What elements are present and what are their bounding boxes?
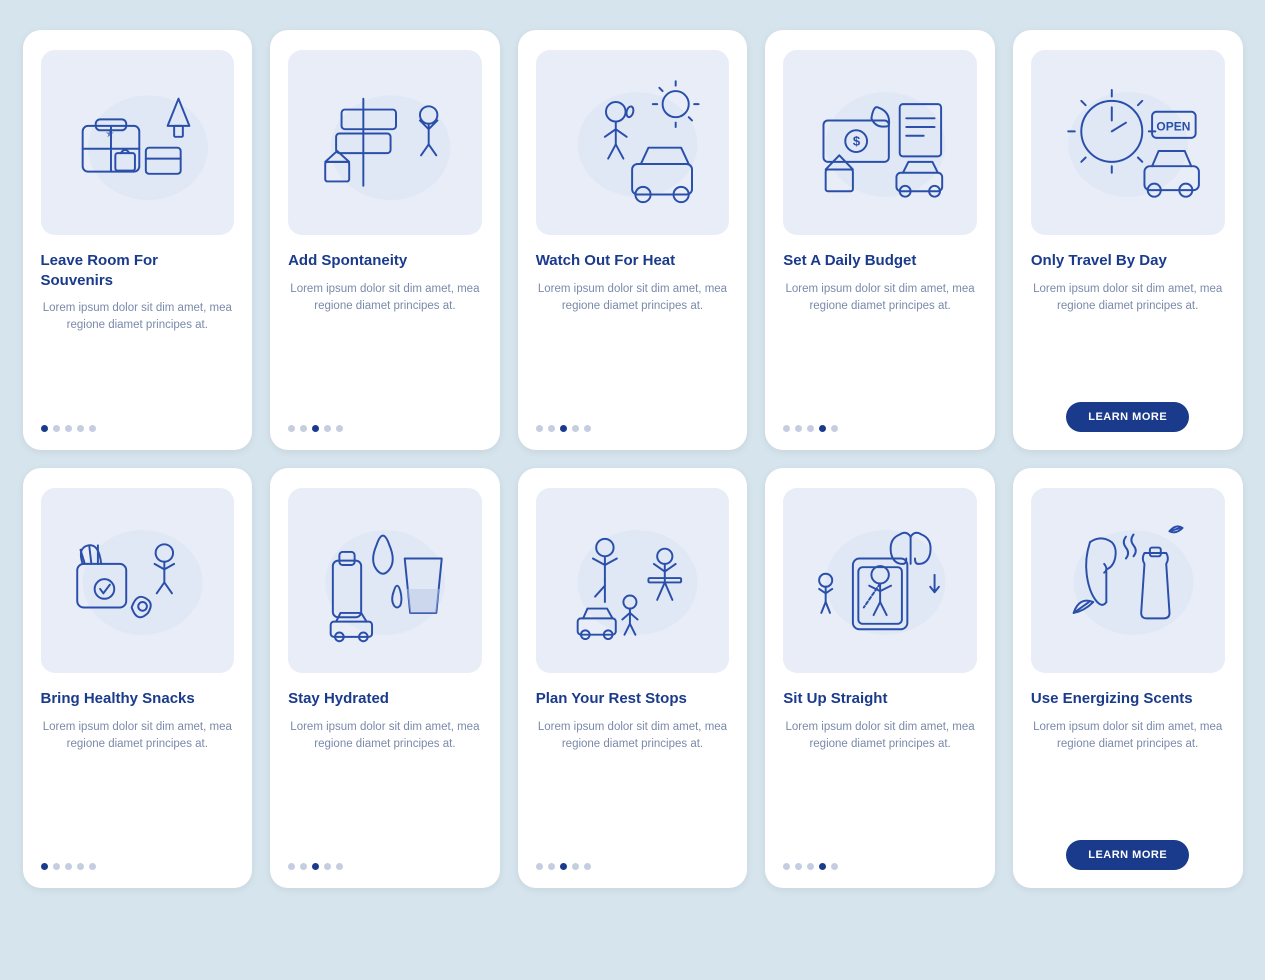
dot-4: [572, 425, 579, 432]
dot-2: [53, 863, 60, 870]
dot-3: [65, 863, 72, 870]
card-dots-budget: [783, 425, 838, 432]
card-leave-room: Leave Room For Souvenirs Lorem ipsum dol…: [23, 30, 253, 450]
card-body-travel-day: Lorem ipsum dolor sit dim amet, mea regi…: [1031, 281, 1225, 389]
card-body-hydrated: Lorem ipsum dolor sit dim amet, mea regi…: [288, 719, 482, 850]
dot-4: [819, 863, 826, 870]
card-title-scents: Use Energizing Scents: [1031, 689, 1193, 709]
card-dots-hydrated: [288, 863, 343, 870]
dot-5: [831, 863, 838, 870]
learn-more-button-scents[interactable]: LEARN MORE: [1066, 840, 1189, 870]
card-watch-heat: Watch Out For Heat Lorem ipsum dolor sit…: [518, 30, 748, 450]
card-stay-hydrated: Stay Hydrated Lorem ipsum dolor sit dim …: [270, 468, 500, 888]
dot-4: [324, 425, 331, 432]
card-illustration-sit-straight: [783, 488, 977, 673]
card-body-scents: Lorem ipsum dolor sit dim amet, mea regi…: [1031, 719, 1225, 827]
dot-5: [584, 425, 591, 432]
card-sit-straight: Sit Up Straight Lorem ipsum dolor sit di…: [765, 468, 995, 888]
card-title-rest-stops: Plan Your Rest Stops: [536, 689, 687, 709]
dot-2: [548, 425, 555, 432]
dot-3: [65, 425, 72, 432]
card-body-sit-straight: Lorem ipsum dolor sit dim amet, mea regi…: [783, 719, 977, 850]
card-illustration-heat: [536, 50, 730, 235]
svg-text:$: $: [853, 134, 861, 149]
dot-1: [288, 863, 295, 870]
card-travel-day: OPEN Only Travel By Day Lorem ipsum dolo…: [1013, 30, 1243, 450]
dot-2: [795, 425, 802, 432]
dot-1: [783, 425, 790, 432]
card-title-snacks: Bring Healthy Snacks: [41, 689, 195, 709]
card-body-leave-room: Lorem ipsum dolor sit dim amet, mea regi…: [41, 300, 235, 411]
dot-2: [300, 863, 307, 870]
card-dots-leave-room: [41, 425, 96, 432]
dot-2: [795, 863, 802, 870]
card-daily-budget: $ Set A Daily Budget Lorem ipsum dolor s…: [765, 30, 995, 450]
dot-5: [89, 425, 96, 432]
dot-1: [41, 863, 48, 870]
card-title-spontaneity: Add Spontaneity: [288, 251, 407, 271]
card-add-spontaneity: Add Spontaneity Lorem ipsum dolor sit di…: [270, 30, 500, 450]
dot-5: [831, 425, 838, 432]
card-illustration-travel-day: OPEN: [1031, 50, 1225, 235]
dot-1: [783, 863, 790, 870]
card-dots-sit-straight: [783, 863, 838, 870]
svg-text:OPEN: OPEN: [1156, 120, 1190, 134]
dot-5: [89, 863, 96, 870]
card-illustration-scents: [1031, 488, 1225, 673]
dot-1: [288, 425, 295, 432]
dot-3: [807, 863, 814, 870]
card-dots-rest-stops: [536, 863, 591, 870]
dot-5: [336, 863, 343, 870]
card-title-heat: Watch Out For Heat: [536, 251, 675, 271]
dot-3: [560, 425, 567, 432]
card-healthy-snacks: Bring Healthy Snacks Lorem ipsum dolor s…: [23, 468, 253, 888]
card-illustration-snacks: [41, 488, 235, 673]
dot-5: [336, 425, 343, 432]
card-dots-spontaneity: [288, 425, 343, 432]
dot-4: [77, 425, 84, 432]
dot-1: [536, 425, 543, 432]
learn-more-button-travel-day[interactable]: LEARN MORE: [1066, 402, 1189, 432]
card-body-rest-stops: Lorem ipsum dolor sit dim amet, mea regi…: [536, 719, 730, 850]
card-dots-snacks: [41, 863, 96, 870]
dot-4: [819, 425, 826, 432]
card-illustration-leave-room: [41, 50, 235, 235]
card-title-hydrated: Stay Hydrated: [288, 689, 389, 709]
card-title-sit-straight: Sit Up Straight: [783, 689, 887, 709]
card-title-travel-day: Only Travel By Day: [1031, 251, 1167, 271]
dot-2: [53, 425, 60, 432]
dot-3: [312, 425, 319, 432]
card-illustration-spontaneity: [288, 50, 482, 235]
dot-5: [584, 863, 591, 870]
dot-3: [807, 425, 814, 432]
dot-3: [560, 863, 567, 870]
card-body-heat: Lorem ipsum dolor sit dim amet, mea regi…: [536, 281, 730, 412]
card-body-snacks: Lorem ipsum dolor sit dim amet, mea regi…: [41, 719, 235, 850]
dot-2: [300, 425, 307, 432]
dot-1: [536, 863, 543, 870]
card-illustration-rest-stops: [536, 488, 730, 673]
dot-3: [312, 863, 319, 870]
card-rest-stops: Plan Your Rest Stops Lorem ipsum dolor s…: [518, 468, 748, 888]
dot-1: [41, 425, 48, 432]
card-energizing-scents: Use Energizing Scents Lorem ipsum dolor …: [1013, 468, 1243, 888]
dot-4: [77, 863, 84, 870]
card-dots-heat: [536, 425, 591, 432]
card-illustration-budget: $: [783, 50, 977, 235]
card-illustration-hydrated: [288, 488, 482, 673]
card-grid: Leave Room For Souvenirs Lorem ipsum dol…: [23, 30, 1243, 888]
dot-4: [572, 863, 579, 870]
card-body-budget: Lorem ipsum dolor sit dim amet, mea regi…: [783, 281, 977, 412]
card-title-budget: Set A Daily Budget: [783, 251, 916, 271]
card-title-leave-room: Leave Room For Souvenirs: [41, 251, 235, 290]
dot-2: [548, 863, 555, 870]
dot-4: [324, 863, 331, 870]
card-body-spontaneity: Lorem ipsum dolor sit dim amet, mea regi…: [288, 281, 482, 412]
